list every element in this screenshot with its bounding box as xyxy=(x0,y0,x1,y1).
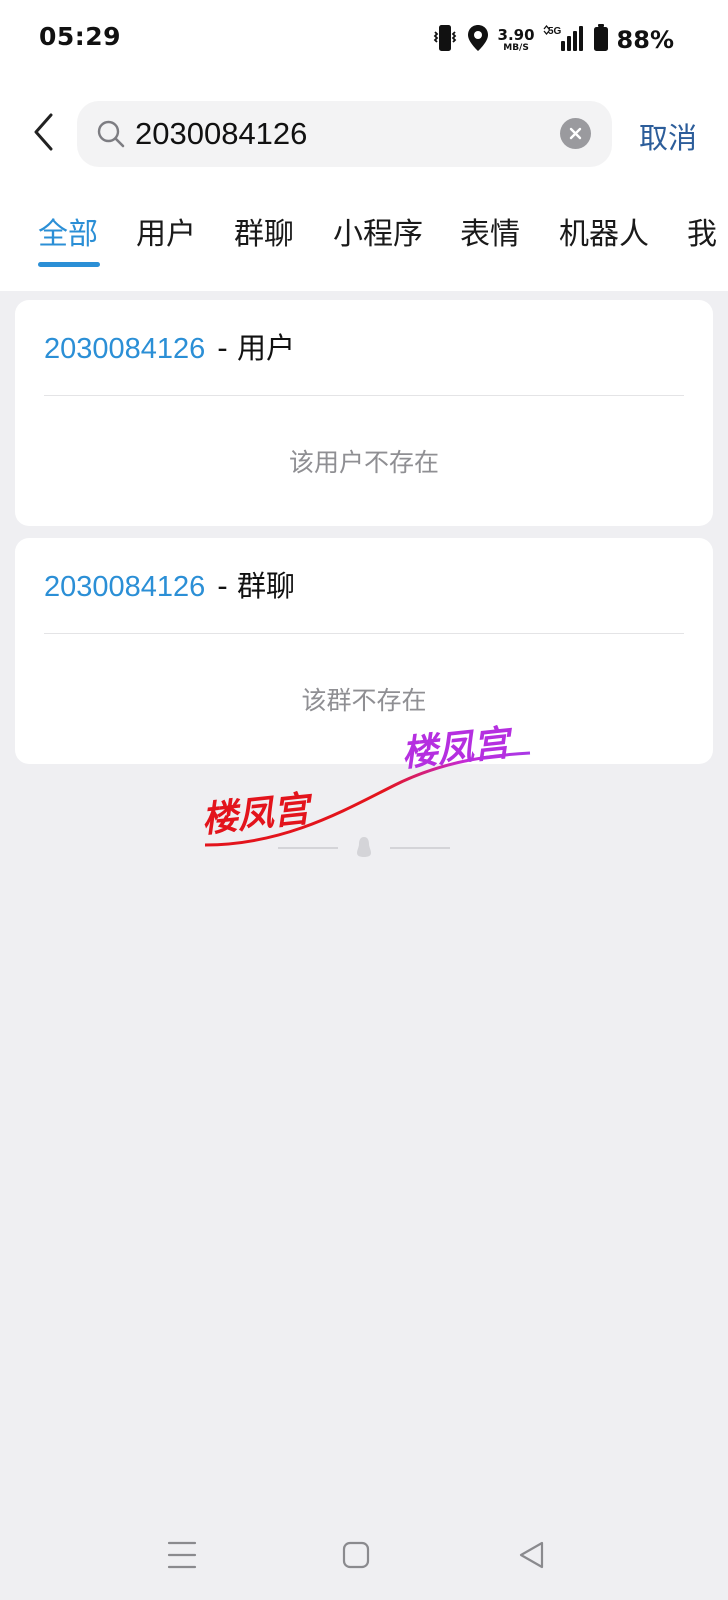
search-icon xyxy=(97,120,125,148)
home-icon xyxy=(342,1541,370,1569)
result-category: - 用户 xyxy=(217,331,295,365)
location-icon xyxy=(466,23,490,57)
speed-unit: MB/S xyxy=(503,42,529,53)
search-bar[interactable] xyxy=(77,101,612,167)
chevron-left-icon xyxy=(34,113,53,151)
vibrate-icon xyxy=(432,23,458,57)
result-query: 2030084126 xyxy=(44,333,206,365)
battery-percent: 88% xyxy=(616,26,674,54)
menu-button[interactable] xyxy=(162,1535,202,1575)
active-tab-indicator xyxy=(38,262,100,267)
divider xyxy=(44,633,684,634)
tab-more[interactable]: 我 xyxy=(687,218,717,251)
watermark-logo: 楼凤宫 楼凤宫 xyxy=(200,722,531,847)
status-icons: 3.90 MB/S 5G 88% xyxy=(432,22,674,58)
result-header-users[interactable]: 2030084126 - 用户 xyxy=(44,330,295,369)
tab-users[interactable]: 用户 xyxy=(136,218,196,251)
clear-search-button[interactable] xyxy=(560,118,591,149)
tab-stickers[interactable]: 表情 xyxy=(460,218,520,251)
network-speed: 3.90 MB/S xyxy=(497,25,535,53)
watermark-text: 楼凤宫 xyxy=(200,788,317,841)
result-query: 2030084126 xyxy=(44,571,206,603)
back-button[interactable] xyxy=(24,108,64,156)
back-nav-button[interactable] xyxy=(512,1535,552,1575)
battery-icon xyxy=(593,24,609,56)
menu-icon xyxy=(167,1541,197,1569)
result-card-users: 2030084126 - 用户 该用户不存在 xyxy=(15,300,713,526)
search-input[interactable] xyxy=(135,101,535,167)
empty-result-text: 该用户不存在 xyxy=(288,448,439,477)
network-type: 5G xyxy=(548,26,562,37)
tab-groups[interactable]: 群聊 xyxy=(234,218,294,251)
result-header-groups[interactable]: 2030084126 - 群聊 xyxy=(44,568,295,607)
cancel-button[interactable]: 取消 xyxy=(639,115,697,157)
result-category: - 群聊 xyxy=(217,569,295,603)
watermark-text: 楼凤宫 xyxy=(400,722,517,775)
tab-mini-programs[interactable]: 小程序 xyxy=(333,218,423,251)
close-icon xyxy=(569,127,582,140)
status-time: 05:29 xyxy=(39,22,122,51)
signal-icon: 5G xyxy=(543,23,585,57)
tab-robots[interactable]: 机器人 xyxy=(559,218,649,251)
divider xyxy=(44,395,684,396)
home-button[interactable] xyxy=(336,1535,376,1575)
speed-value: 3.90 xyxy=(497,25,535,44)
tab-all[interactable]: 全部 xyxy=(38,218,98,251)
category-tabs: 全部 用户 群聊 小程序 表情 机器人 我 xyxy=(0,218,728,278)
status-bar: 05:29 3.90 MB/S 5G 88% xyxy=(0,0,728,80)
triangle-left-icon xyxy=(519,1541,544,1569)
